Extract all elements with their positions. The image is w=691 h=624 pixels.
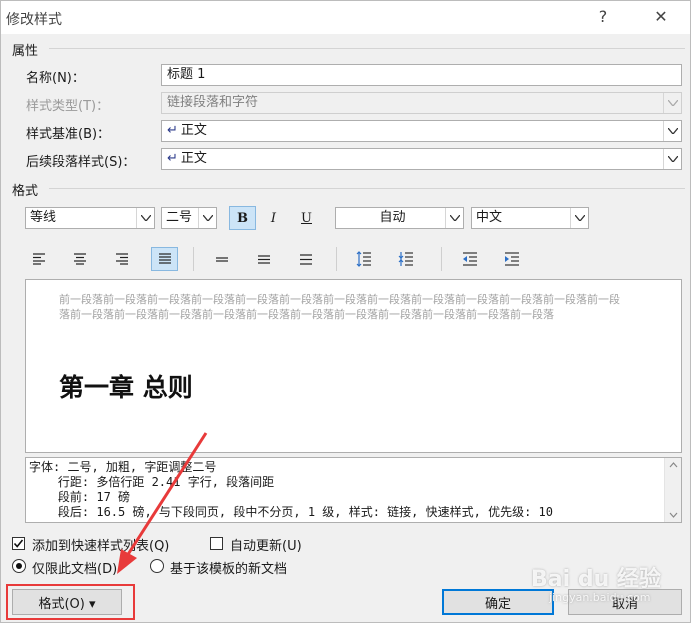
baidu-watermark-url: jingyan.baidu.com: [549, 591, 651, 604]
modify-style-dialog: 修改样式 ? ✕ 属性 名称(N)： 标题 1 样式类型(T)： 链接段落和字符…: [0, 0, 691, 623]
baidu-watermark-logo: Bai du 经验: [531, 567, 661, 592]
annotation-arrow: [117, 432, 208, 574]
